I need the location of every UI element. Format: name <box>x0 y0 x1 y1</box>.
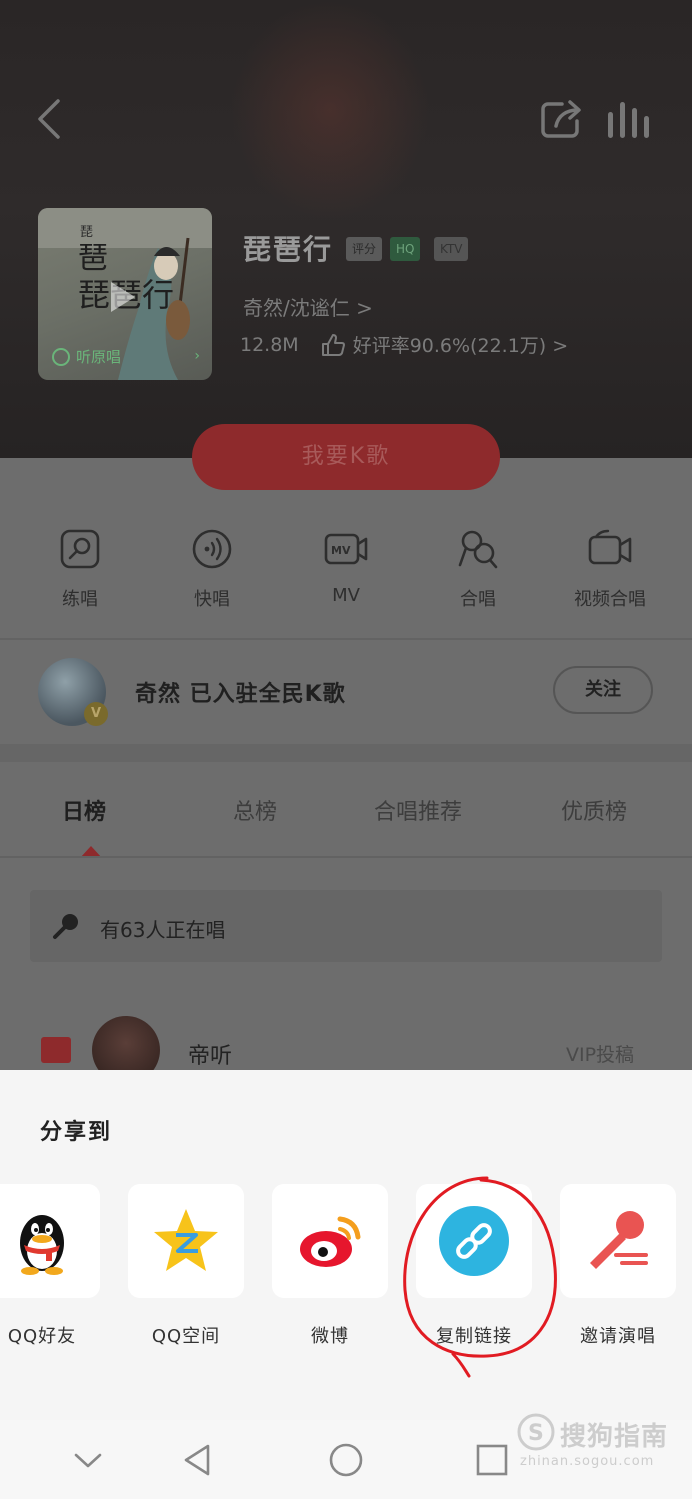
rating-link[interactable]: 好评率90.6%(22.1万) > <box>353 331 568 358</box>
svg-text:MV: MV <box>331 544 351 557</box>
tab-quality[interactable]: 优质榜 <box>561 794 627 826</box>
follow-button[interactable]: 关注 <box>553 666 653 714</box>
share-tile[interactable] <box>272 1184 388 1298</box>
watermark-url: zhinan.sogou.com <box>520 1454 655 1469</box>
ranking-row[interactable]: 帝听 VIP投稿 <box>0 1010 692 1070</box>
rank-badge <box>41 1037 71 1063</box>
svg-text:琵: 琵 <box>80 225 93 240</box>
share-label: QQ空间 <box>151 1326 221 1347</box>
action-label: 练唱 <box>62 589 98 610</box>
svg-text:S: S <box>528 1421 544 1446</box>
share-tile[interactable] <box>560 1184 676 1298</box>
sogou-logo-icon: S <box>517 1413 555 1451</box>
weibo-icon <box>300 1216 361 1267</box>
share-copy-link[interactable]: 复制链接 <box>416 1184 532 1348</box>
share-weibo[interactable]: 微博 <box>272 1184 388 1348</box>
vip-tag: VIP投稿 <box>566 1044 635 1066</box>
ktv-badge: KTV <box>434 237 469 261</box>
album-cover[interactable]: 琵 琶 琵琶行 听原唱 › <box>38 208 212 380</box>
artist-link[interactable]: 奇然/沈谧仁 > <box>243 292 373 321</box>
sogou-watermark: S 搜狗指南 zhinan.sogou.com <box>514 1410 684 1476</box>
duet-icon <box>458 530 498 569</box>
recents-square-icon[interactable] <box>472 1440 512 1480</box>
background-blur <box>230 0 430 220</box>
action-row: 练唱 快唱 MV MV 合唱 视频合唱 <box>0 520 692 620</box>
listen-original-button[interactable]: 听原唱 <box>52 346 121 367</box>
singing-count-text: 有63人正在唱 <box>100 918 226 942</box>
share-sheet: 分享到 QQ好友 QQ空间 微博 复制链接 邀请演唱 <box>0 1070 692 1420</box>
share-label: QQ好友 <box>7 1326 77 1347</box>
share-icon[interactable] <box>538 98 584 140</box>
listen-original-label: 听原唱 <box>76 348 122 366</box>
share-tile[interactable] <box>0 1184 100 1298</box>
score-badge[interactable]: 评分 <box>346 237 383 261</box>
verified-badge: V <box>84 702 108 726</box>
share-label: 复制链接 <box>436 1326 512 1347</box>
artist-joined-text: 奇然 已入驻全民K歌 <box>135 682 346 707</box>
action-duet[interactable]: 合唱 <box>418 520 538 611</box>
share-tile[interactable] <box>128 1184 244 1298</box>
listen-icon <box>52 347 70 366</box>
ranking-tabs: 日榜 总榜 合唱推荐 优质榜 <box>0 762 692 858</box>
watermark-title: 搜狗指南 <box>560 1422 669 1452</box>
divider <box>0 856 692 858</box>
file-size: 12.8M <box>240 333 299 356</box>
action-quick-sing[interactable]: 快唱 <box>152 520 272 611</box>
song-header: 琵 琶 琵琶行 听原唱 › 琵琶行 评分 HQ KTV 奇然/沈谧仁 > 12.… <box>0 0 692 458</box>
tab-daily[interactable]: 日榜 <box>62 794 106 826</box>
share-tile[interactable] <box>416 1184 532 1298</box>
action-label: 快唱 <box>194 589 230 610</box>
share-invite-sing[interactable]: 邀请演唱 <box>560 1184 676 1348</box>
qzone-star-icon <box>154 1209 218 1271</box>
artist-row[interactable]: V 奇然 已入驻全民K歌 关注 <box>0 640 692 744</box>
home-circle-icon[interactable] <box>326 1440 366 1480</box>
video-duet-icon <box>588 529 632 565</box>
chevron-right-icon: › <box>194 348 200 364</box>
link-icon <box>439 1206 509 1276</box>
equalizer-icon[interactable] <box>604 100 652 140</box>
singer-name: 帝听 <box>188 1044 233 1069</box>
tab-duet-recommend[interactable]: 合唱推荐 <box>374 794 462 826</box>
action-mv[interactable]: MV MV <box>286 520 406 606</box>
action-video-duet[interactable]: 视频合唱 <box>550 520 670 611</box>
hq-badge: HQ <box>390 237 421 261</box>
action-practice[interactable]: 练唱 <box>20 520 140 611</box>
section-gap <box>0 744 692 762</box>
microphone-icon <box>53 914 78 939</box>
share-label: 邀请演唱 <box>580 1326 656 1347</box>
song-meta: 12.8M 好评率90.6%(22.1万) > <box>240 331 568 358</box>
tab-overall[interactable]: 总榜 <box>233 794 277 826</box>
action-label: 视频合唱 <box>574 589 646 610</box>
thumbs-up-icon <box>321 333 345 356</box>
chevron-down-icon[interactable] <box>68 1440 108 1480</box>
action-label: 合唱 <box>460 589 496 610</box>
share-qq-friend[interactable]: QQ好友 <box>0 1184 100 1348</box>
song-page: 琵 琶 琵琶行 听原唱 › 琵琶行 评分 HQ KTV 奇然/沈谧仁 > 12.… <box>0 0 692 1070</box>
singing-now-bar[interactable]: 有63人正在唱 <box>30 890 662 962</box>
invite-mic-icon <box>590 1211 648 1269</box>
qq-penguin-icon <box>20 1215 64 1275</box>
quick-sing-icon <box>192 529 232 569</box>
action-label: MV <box>332 585 360 606</box>
sing-karaoke-button[interactable]: 我要K歌 <box>192 424 500 490</box>
play-icon[interactable] <box>111 282 135 312</box>
back-triangle-icon[interactable] <box>178 1440 218 1480</box>
share-sheet-title: 分享到 <box>40 1120 113 1145</box>
singer-avatar[interactable] <box>92 1016 160 1070</box>
practice-icon <box>60 529 100 569</box>
svg-text:琶: 琶 <box>78 241 108 276</box>
share-qzone[interactable]: QQ空间 <box>128 1184 244 1348</box>
mv-camera-icon: MV <box>324 533 368 565</box>
share-label: 微博 <box>311 1326 349 1347</box>
back-arrow-icon[interactable] <box>30 95 70 143</box>
song-title: 琵琶行 <box>243 233 334 266</box>
